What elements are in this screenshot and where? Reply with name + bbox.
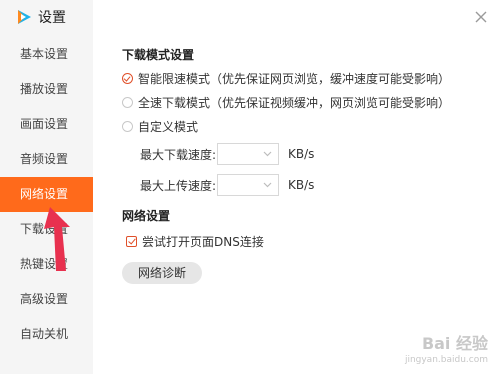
sidebar-item-advanced[interactable]: 高级设置: [0, 282, 93, 317]
watermark: Bai 经验 jingyan.baidu.com: [405, 336, 488, 368]
checkbox-checked-icon[interactable]: [126, 235, 137, 247]
radio-full-speed[interactable]: 全速下载模式（优先保证视频缓冲，网页浏览可能受影响）: [122, 93, 450, 111]
radio-unchecked-icon[interactable]: [122, 96, 133, 108]
sidebar: 设置 基本设置 播放设置 画面设置 音频设置 网络设置 下载设置 热键设置 高级…: [0, 0, 93, 374]
sidebar-item-auto-shutdown[interactable]: 自动关机: [0, 317, 93, 352]
max-upload-row: 最大上传速度: KB/s: [140, 173, 314, 197]
max-upload-label: 最大上传速度:: [140, 178, 217, 193]
annotation-arrow-icon: [44, 207, 70, 271]
network-settings-title: 网络设置: [122, 209, 171, 223]
chevron-down-icon: [263, 151, 272, 157]
settings-content: 下载模式设置 智能限速模式（优先保证网页浏览，缓冲速度可能受影响） 全速下载模式…: [93, 0, 502, 374]
download-mode-title: 下载模式设置: [122, 48, 195, 62]
max-upload-select[interactable]: [217, 174, 279, 196]
max-download-label: 最大下载速度:: [140, 147, 217, 162]
max-download-select[interactable]: [217, 143, 279, 165]
radio-custom-label: 自定义模式: [138, 119, 199, 134]
radio-smart-limit[interactable]: 智能限速模式（优先保证网页浏览，缓冲速度可能受影响）: [122, 69, 450, 87]
max-download-unit: KB/s: [288, 147, 315, 161]
sidebar-item-picture[interactable]: 画面设置: [0, 107, 93, 142]
chevron-down-icon: [263, 182, 272, 188]
dns-option-label: 尝试打开页面DNS连接: [142, 234, 264, 249]
network-diagnose-button[interactable]: 网络诊断: [122, 262, 202, 284]
radio-smart-limit-label: 智能限速模式（优先保证网页浏览，缓冲速度可能受影响）: [138, 71, 451, 86]
dns-option[interactable]: 尝试打开页面DNS连接: [126, 232, 264, 250]
sidebar-item-audio[interactable]: 音频设置: [0, 142, 93, 177]
app-title: 设置: [15, 6, 66, 28]
watermark-logo: Bai 经验: [421, 334, 488, 353]
radio-custom[interactable]: 自定义模式: [122, 117, 198, 135]
sidebar-item-basic[interactable]: 基本设置: [0, 37, 93, 72]
max-download-row: 最大下载速度: KB/s: [140, 142, 314, 166]
max-upload-unit: KB/s: [288, 178, 315, 192]
tencent-video-logo-icon: [18, 10, 31, 24]
radio-unchecked-icon[interactable]: [122, 120, 133, 132]
radio-checked-icon[interactable]: [122, 72, 133, 84]
radio-full-speed-label: 全速下载模式（优先保证视频缓冲，网页浏览可能受影响）: [138, 95, 451, 110]
watermark-url: jingyan.baidu.com: [404, 355, 488, 365]
settings-title: 设置: [38, 10, 66, 26]
sidebar-item-playback[interactable]: 播放设置: [0, 72, 93, 107]
